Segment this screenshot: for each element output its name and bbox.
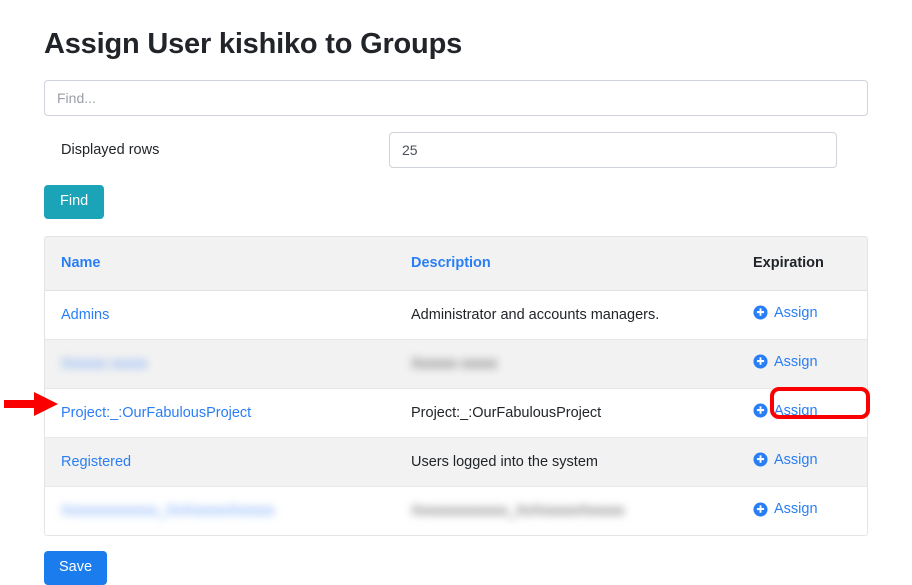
assign-button[interactable]: Assign <box>753 501 818 517</box>
cell-expiration-action: Assign <box>737 436 867 487</box>
assign-button-label: Assign <box>774 501 818 518</box>
table-header-row: Name Description Expiration <box>45 236 867 291</box>
displayed-rows-field: Displayed rows <box>44 131 868 168</box>
table-row: Xxxxxxxxxxxxx_XxXxxxxxXxxxxx Xxxxxxxxxxxx… <box>45 485 867 536</box>
assign-button[interactable]: Assign <box>753 403 818 419</box>
displayed-rows-label: Displayed rows <box>61 141 160 158</box>
table-row: Admins Administrator and accounts manager… <box>45 290 867 340</box>
group-name-link[interactable]: Xxxxxx xxxxx <box>61 356 147 372</box>
cell-expiration-action: Assign <box>737 485 867 536</box>
assign-button-label: Assign <box>774 304 818 321</box>
cell-name: Admins <box>45 290 395 339</box>
assign-button[interactable]: Assign <box>753 305 818 321</box>
column-header-expiration-label: Expiration <box>753 255 824 272</box>
column-header-name[interactable]: Name <box>45 236 395 291</box>
group-description-text: Administrator and accounts managers. <box>411 306 660 323</box>
cell-name: Xxxxxx xxxxx <box>45 338 395 389</box>
plus-circle-icon <box>753 502 768 517</box>
search-input[interactable] <box>44 79 868 116</box>
assign-button-label: Assign <box>774 402 818 419</box>
plus-circle-icon <box>753 305 768 320</box>
save-button[interactable]: Save <box>44 551 108 585</box>
table-row: Xxxxxx xxxxx Xxxxxx xxxxx Assign <box>45 338 867 389</box>
group-description-text: Users logged into the system <box>411 453 598 470</box>
assign-button[interactable]: Assign <box>753 354 818 370</box>
groups-table-body: Admins Administrator and accounts manager… <box>45 290 867 536</box>
find-button[interactable]: Find <box>44 184 105 219</box>
cell-description: Project:_:OurFabulousProject <box>395 387 737 438</box>
plus-circle-icon <box>753 403 768 418</box>
cell-name: Registered <box>45 436 395 487</box>
page-title: Assign User kishiko to Groups <box>44 28 463 60</box>
cell-name: Xxxxxxxxxxxxx_XxXxxxxxXxxxxx <box>45 485 395 536</box>
cell-description: Users logged into the system <box>395 436 737 487</box>
column-header-name-label: Name <box>61 255 101 272</box>
group-description-text: Xxxxxxxxxxxxx_XxXxxxxxXxxxxx <box>411 502 625 519</box>
cell-name: Project:_:OurFabulousProject <box>45 387 395 438</box>
group-description-text: Xxxxxx xxxxx <box>411 355 498 372</box>
table-row: Registered Users logged into the system As… <box>45 436 867 487</box>
table-row: Project:_:OurFabulousProject Project:_:Ou… <box>45 387 867 438</box>
cell-expiration-action: Assign <box>737 290 867 339</box>
plus-circle-icon <box>753 354 768 369</box>
group-name-link[interactable]: Xxxxxxxxxxxxx_XxXxxxxxXxxxxx <box>61 503 275 519</box>
group-name-link[interactable]: Project:_:OurFabulousProject <box>61 405 251 421</box>
column-header-description[interactable]: Description <box>395 236 737 291</box>
assign-button-label: Assign <box>774 451 818 468</box>
groups-table: Name Description Expiration Admins Admini… <box>45 236 867 536</box>
group-name-link[interactable]: Admins <box>61 307 109 323</box>
group-description-text: Project:_:OurFabulousProject <box>411 404 602 421</box>
plus-circle-icon <box>753 452 768 467</box>
cell-description: Xxxxxx xxxxx <box>395 338 737 389</box>
assign-button-label: Assign <box>774 353 818 370</box>
displayed-rows-input[interactable] <box>389 131 837 168</box>
groups-table-container: Name Description Expiration Admins Admini… <box>44 235 868 537</box>
cell-description: Xxxxxxxxxxxxx_XxXxxxxxXxxxxx <box>395 485 737 536</box>
cell-expiration-action: Assign <box>737 387 867 438</box>
cell-description: Administrator and accounts managers. <box>395 290 737 339</box>
assign-user-groups-page: Assign User kishiko to Groups Displayed … <box>0 0 912 585</box>
column-header-description-label: Description <box>411 255 491 272</box>
group-name-link[interactable]: Registered <box>61 454 131 470</box>
column-header-expiration: Expiration <box>737 236 867 291</box>
cell-expiration-action: Assign <box>737 338 867 389</box>
assign-button[interactable]: Assign <box>753 452 818 468</box>
groups-table-head: Name Description Expiration <box>45 236 867 291</box>
